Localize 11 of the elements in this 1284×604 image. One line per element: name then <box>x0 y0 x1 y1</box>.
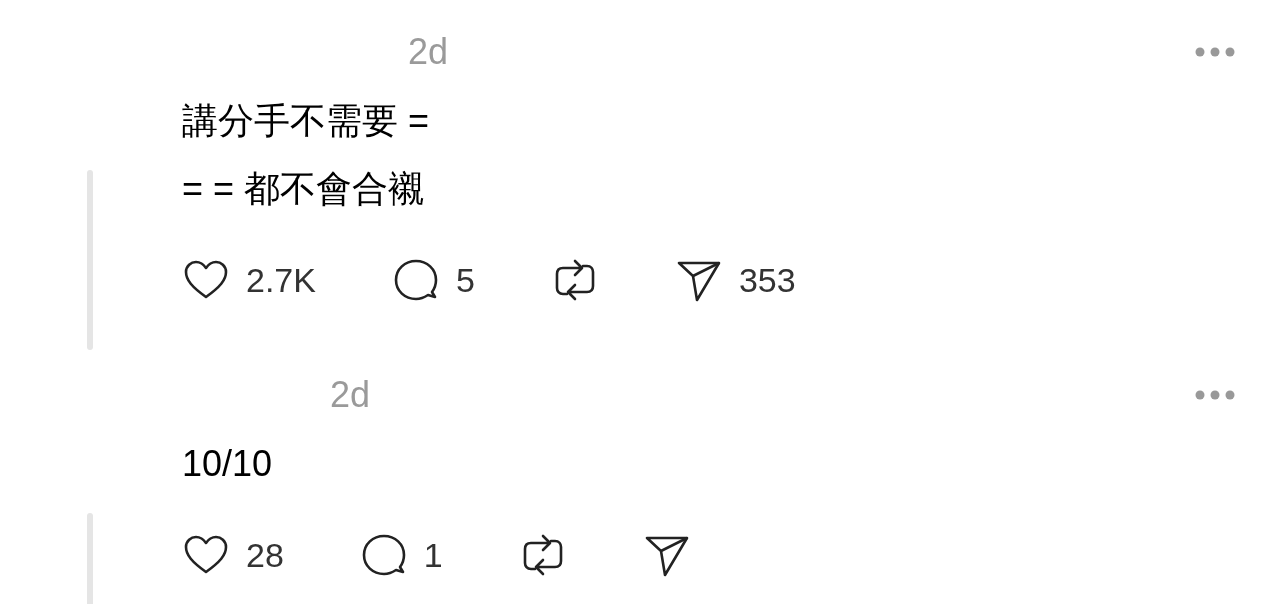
post-text: 講分手不需要 = = = 都不會合襯 <box>182 99 431 211</box>
post-text: 10/10 <box>182 442 274 486</box>
share-count: 353 <box>738 260 796 300</box>
more-options-icon[interactable] <box>1194 46 1236 58</box>
post-time: 2d <box>408 31 449 73</box>
more-options-icon[interactable] <box>1194 389 1236 401</box>
post-time: 2d <box>330 374 371 416</box>
reply-count: 5 <box>455 260 475 300</box>
reply-count: 1 <box>423 535 443 575</box>
like-count: 2.7K <box>246 260 316 300</box>
like-count: 28 <box>246 535 284 575</box>
